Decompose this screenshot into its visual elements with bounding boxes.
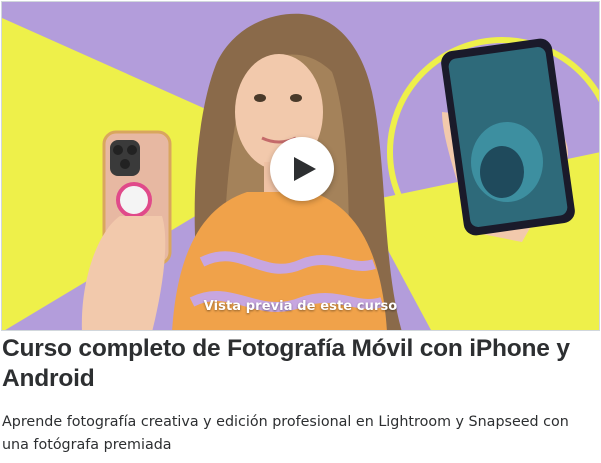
- course-title: Curso completo de Fotografía Móvil con i…: [2, 335, 570, 392]
- course-subtitle: Aprende fotografía creativa y edición pr…: [2, 414, 569, 453]
- course-landing-header: Vista previa de este curso Curso complet…: [0, 0, 601, 463]
- preview-course-label[interactable]: Vista previa de este curso: [2, 299, 599, 314]
- play-icon: [293, 157, 316, 181]
- play-button[interactable]: [270, 137, 334, 201]
- course-preview-video[interactable]: Vista previa de este curso: [1, 1, 600, 331]
